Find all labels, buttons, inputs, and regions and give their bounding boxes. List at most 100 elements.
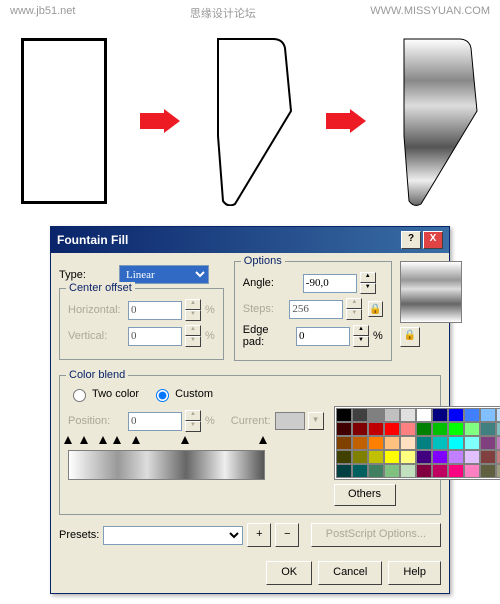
cancel-button[interactable]: Cancel <box>318 561 382 585</box>
current-color-swatch[interactable] <box>275 412 305 430</box>
position-input <box>128 412 182 431</box>
palette-swatch[interactable] <box>448 436 464 450</box>
angle-input[interactable] <box>303 274 357 293</box>
palette-swatch[interactable] <box>448 422 464 436</box>
palette-swatch[interactable] <box>400 464 416 478</box>
gradient-stop-marker[interactable] <box>259 436 267 444</box>
gradient-stop-marker[interactable] <box>132 436 140 444</box>
palette-swatch[interactable] <box>400 422 416 436</box>
palette-swatch[interactable] <box>432 422 448 436</box>
palette-swatch[interactable] <box>336 450 352 464</box>
palette-swatch[interactable] <box>496 436 500 450</box>
palette-swatch[interactable] <box>448 464 464 478</box>
palette-swatch[interactable] <box>448 408 464 422</box>
presets-label: Presets: <box>59 529 99 541</box>
lock-icon[interactable]: 🔒 <box>368 301 382 317</box>
palette-swatch[interactable] <box>480 436 496 450</box>
palette-swatch[interactable] <box>352 408 368 422</box>
palette-swatch[interactable] <box>464 408 480 422</box>
help-button[interactable]: ? <box>401 231 421 249</box>
arrow-icon <box>326 111 366 131</box>
gradient-stop-marker[interactable] <box>99 436 107 444</box>
spin-down: ▼ <box>185 421 201 432</box>
palette-swatch[interactable] <box>400 450 416 464</box>
close-button[interactable]: X <box>423 231 443 249</box>
palette-swatch[interactable] <box>496 408 500 422</box>
ok-button[interactable]: OK <box>266 561 312 585</box>
palette-swatch[interactable] <box>336 422 352 436</box>
color-palette[interactable] <box>334 406 500 480</box>
site-right: WWW.MISSYUAN.COM <box>370 5 490 21</box>
palette-swatch[interactable] <box>352 422 368 436</box>
palette-swatch[interactable] <box>464 422 480 436</box>
palette-swatch[interactable] <box>384 450 400 464</box>
palette-swatch[interactable] <box>336 408 352 422</box>
palette-swatch[interactable] <box>368 436 384 450</box>
custom-radio[interactable]: Custom <box>151 386 213 402</box>
palette-swatch[interactable] <box>416 422 432 436</box>
palette-swatch[interactable] <box>400 408 416 422</box>
palette-swatch[interactable] <box>400 436 416 450</box>
palette-swatch[interactable] <box>384 436 400 450</box>
palette-swatch[interactable] <box>416 450 432 464</box>
edgepad-input[interactable] <box>296 327 350 346</box>
gradient-stop-marker[interactable] <box>80 436 88 444</box>
preset-add-button[interactable]: + <box>247 523 271 547</box>
palette-swatch[interactable] <box>496 450 500 464</box>
palette-swatch[interactable] <box>368 464 384 478</box>
palette-swatch[interactable] <box>496 422 500 436</box>
palette-swatch[interactable] <box>352 450 368 464</box>
spin-down[interactable]: ▼ <box>353 336 369 347</box>
palette-swatch[interactable] <box>432 436 448 450</box>
palette-swatch[interactable] <box>368 408 384 422</box>
fountain-fill-dialog: Fountain Fill ? X Type: Linear Center of… <box>50 226 450 594</box>
gradient-bar[interactable] <box>68 450 265 480</box>
palette-swatch[interactable] <box>480 450 496 464</box>
palette-swatch[interactable] <box>448 450 464 464</box>
palette-swatch[interactable] <box>352 464 368 478</box>
current-color-dropdown[interactable]: ▼ <box>308 412 324 430</box>
palette-swatch[interactable] <box>416 464 432 478</box>
preset-remove-button[interactable]: − <box>275 523 299 547</box>
tutorial-steps <box>0 26 500 226</box>
palette-swatch[interactable] <box>464 450 480 464</box>
presets-select[interactable] <box>103 526 243 545</box>
type-label: Type: <box>59 269 115 281</box>
gradient-stop-marker[interactable] <box>113 436 121 444</box>
help-button[interactable]: Help <box>388 561 441 585</box>
spin-down: ▼ <box>346 309 362 320</box>
spin-down[interactable]: ▼ <box>360 283 376 294</box>
palette-swatch[interactable] <box>480 422 496 436</box>
others-button[interactable]: Others <box>334 484 396 506</box>
spin-up[interactable]: ▲ <box>360 272 376 283</box>
palette-swatch[interactable] <box>368 422 384 436</box>
palette-swatch[interactable] <box>368 450 384 464</box>
spin-down: ▼ <box>185 310 201 321</box>
preview-lock-button[interactable]: 🔒 <box>400 327 420 347</box>
palette-swatch[interactable] <box>416 436 432 450</box>
palette-swatch[interactable] <box>480 408 496 422</box>
two-color-radio[interactable]: Two color <box>68 386 139 402</box>
horizontal-input <box>128 301 182 320</box>
palette-swatch[interactable] <box>352 436 368 450</box>
palette-swatch[interactable] <box>432 464 448 478</box>
palette-swatch[interactable] <box>496 464 500 478</box>
dialog-title: Fountain Fill <box>57 233 128 247</box>
palette-swatch[interactable] <box>432 450 448 464</box>
palette-swatch[interactable] <box>416 408 432 422</box>
palette-swatch[interactable] <box>336 464 352 478</box>
palette-swatch[interactable] <box>384 422 400 436</box>
palette-swatch[interactable] <box>464 436 480 450</box>
spin-up: ▲ <box>346 298 362 309</box>
titlebar[interactable]: Fountain Fill ? X <box>51 227 449 253</box>
palette-swatch[interactable] <box>336 436 352 450</box>
gradient-stops[interactable] <box>68 436 263 446</box>
gradient-stop-marker[interactable] <box>64 436 72 444</box>
gradient-stop-marker[interactable] <box>181 436 189 444</box>
palette-swatch[interactable] <box>480 464 496 478</box>
palette-swatch[interactable] <box>464 464 480 478</box>
palette-swatch[interactable] <box>384 464 400 478</box>
spin-up[interactable]: ▲ <box>353 325 369 336</box>
palette-swatch[interactable] <box>384 408 400 422</box>
palette-swatch[interactable] <box>432 408 448 422</box>
